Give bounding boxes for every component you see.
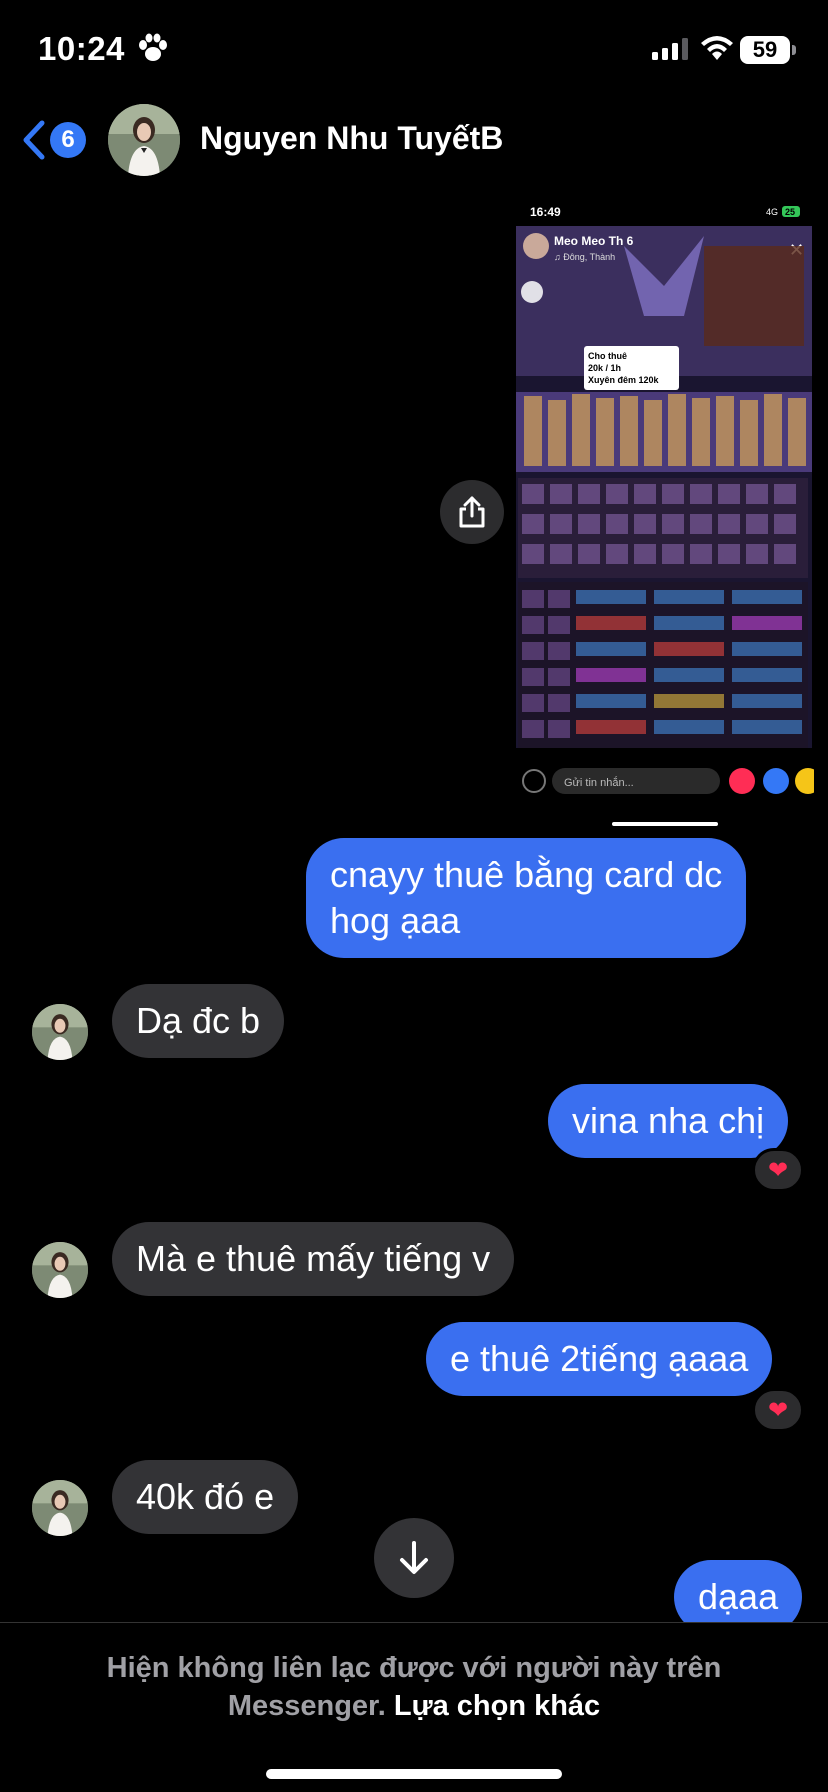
sender-avatar[interactable] <box>32 1004 88 1060</box>
message-text-line: cnayy thuê bằng card dc <box>330 854 723 895</box>
status-time: 10:24 <box>38 30 125 67</box>
screenshot-time: 16:49 <box>530 205 561 219</box>
screenshot-note-1: Cho thuê <box>588 351 627 361</box>
contact-avatar[interactable] <box>108 104 180 176</box>
message-bubble-outgoing[interactable]: vina nha chị <box>548 1084 789 1158</box>
avatar-photo <box>32 1480 88 1536</box>
unavailable-notice: Hiện không liên lạc được với người này t… <box>60 1649 768 1725</box>
heart-reaction[interactable]: ❤ <box>752 1388 804 1432</box>
home-indicator[interactable] <box>266 1769 562 1779</box>
screenshot-profile-name: Meo Meo Th 6 <box>554 234 634 248</box>
shared-screenshot-image[interactable]: 16:49 4G 25 Meo Meo Th 6 ♫ Đông, Thành ✕… <box>514 196 814 836</box>
chat-header: 6 Nguyen Nhu TuyếtB <box>0 100 828 186</box>
arrow-down-icon <box>400 1541 428 1574</box>
cellular-signal-icon <box>652 38 688 60</box>
message-bubble-outgoing[interactable]: e thuê 2tiếng ạaaa <box>426 1322 773 1396</box>
heart-icon: ❤ <box>767 1396 789 1424</box>
screenshot-battery: 25 <box>785 207 795 217</box>
paw-icon <box>139 33 167 61</box>
heart-reaction[interactable]: ❤ <box>752 1148 804 1192</box>
avatar-photo <box>108 104 180 176</box>
sender-avatar[interactable] <box>32 1242 88 1298</box>
message-bubble-outgoing[interactable]: cnayy thuê bằng card dc hog ạaa <box>306 838 747 958</box>
back-button[interactable]: 6 <box>22 110 92 170</box>
screenshot-input-placeholder: Gửi tin nhắn... <box>564 776 634 789</box>
chevron-left-icon <box>23 120 45 160</box>
status-bar: 10:24 59 <box>0 0 828 100</box>
message-text-line: hog ạaa <box>330 900 461 941</box>
screenshot-note-3: Xuyên đêm 120k <box>588 375 660 385</box>
unavailable-footer: Hiện không liên lạc được với người này t… <box>0 1622 828 1792</box>
other-options-link[interactable]: Lựa chọn khác <box>394 1690 600 1722</box>
share-button[interactable] <box>440 480 504 544</box>
screenshot-network: 4G <box>766 207 778 217</box>
scroll-to-bottom-button[interactable] <box>374 1518 454 1598</box>
message-bubble-incoming[interactable]: 40k đó e <box>112 1460 299 1534</box>
message-bubble-incoming[interactable]: Mà e thuê mấy tiếng v <box>112 1222 515 1296</box>
sender-avatar[interactable] <box>32 1480 88 1536</box>
wifi-icon <box>701 36 733 60</box>
battery-tip <box>792 45 796 55</box>
contact-name[interactable]: Nguyen Nhu TuyếtB <box>200 120 503 157</box>
share-icon <box>459 496 485 528</box>
heart-icon: ❤ <box>767 1156 789 1184</box>
battery-indicator: 59 <box>740 36 796 64</box>
screenshot-note-2: 20k / 1h <box>588 363 621 373</box>
avatar-photo <box>32 1242 88 1298</box>
battery-level: 59 <box>740 36 790 64</box>
message-bubble-incoming[interactable]: Dạ đc b <box>112 984 285 1058</box>
avatar-photo <box>32 1004 88 1060</box>
screenshot-thumbnail: 16:49 4G 25 Meo Meo Th 6 ♫ Đông, Thành ✕… <box>514 196 814 836</box>
screenshot-profile-sub: ♫ Đông, Thành <box>554 252 615 262</box>
unread-count-badge: 6 <box>50 122 86 158</box>
